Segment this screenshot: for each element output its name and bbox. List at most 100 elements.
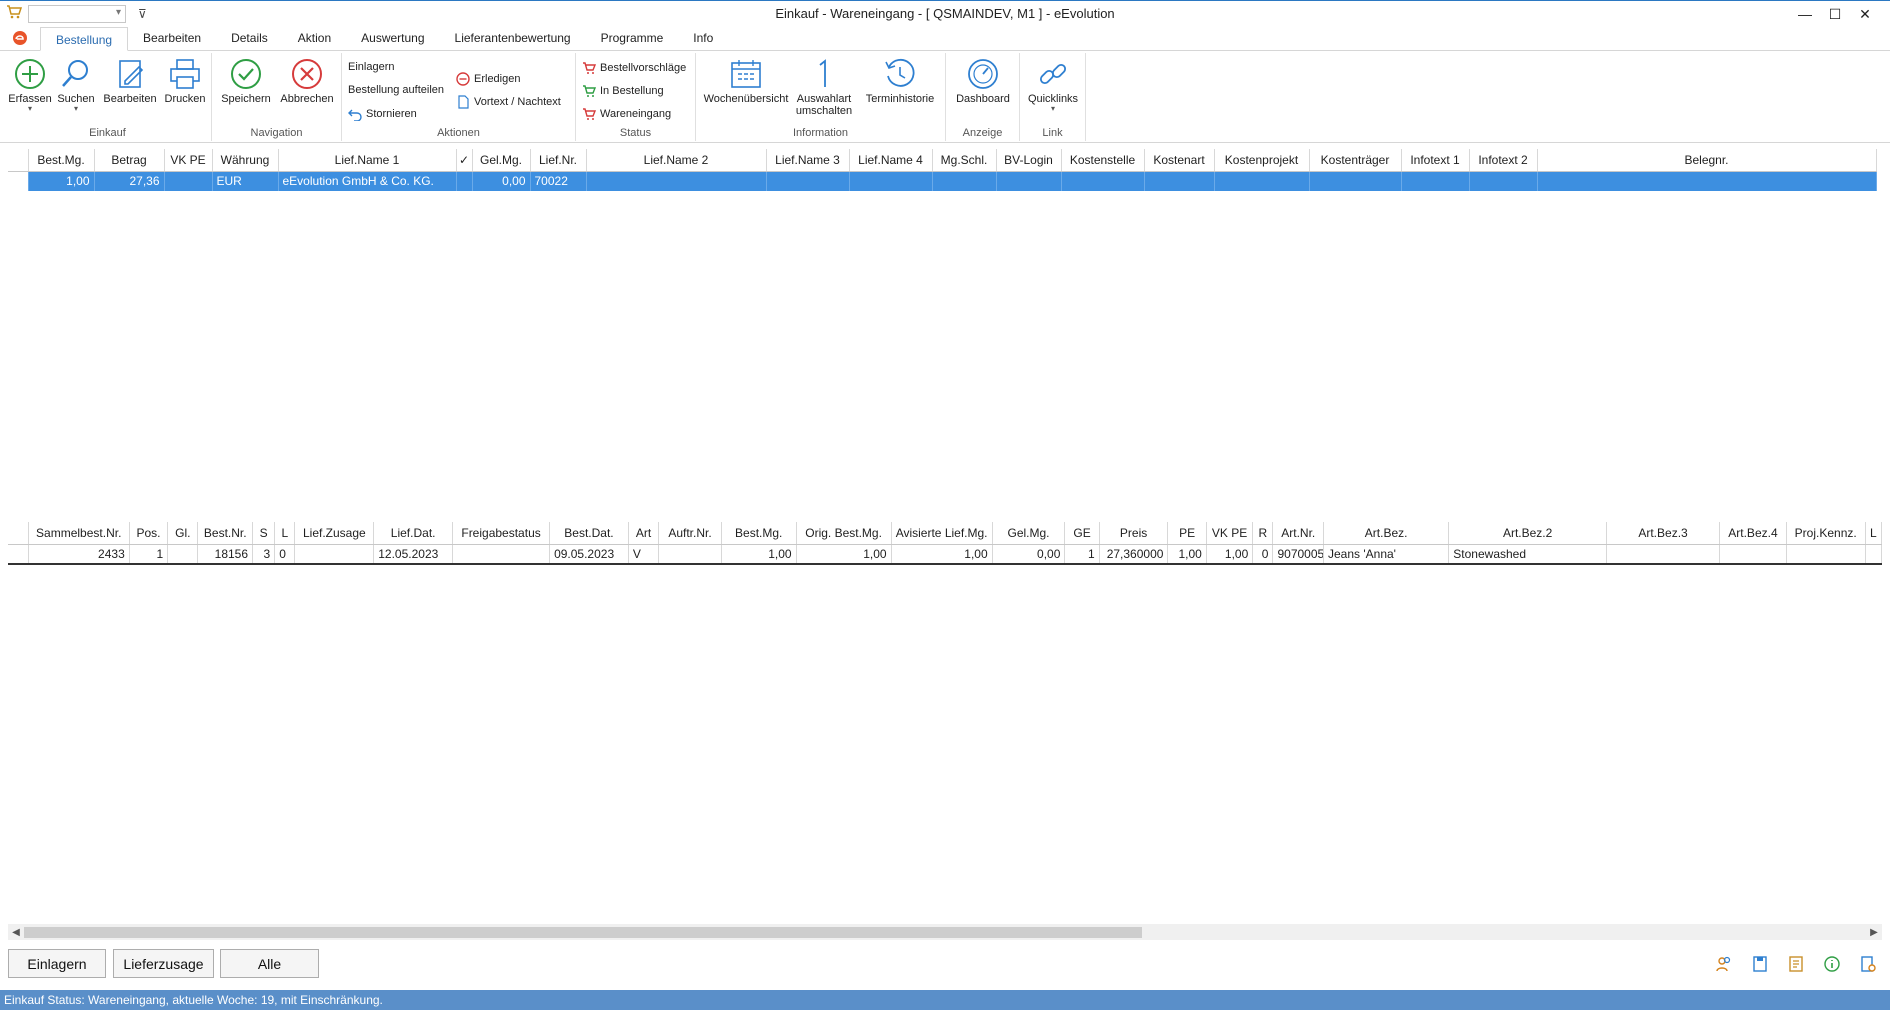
table-cell[interactable]: 1 — [129, 543, 169, 565]
document-settings-icon[interactable] — [1850, 953, 1886, 975]
column-header[interactable]: VK PE — [164, 149, 213, 172]
vortext-nachtext-action[interactable]: Vortext / Nachtext — [456, 95, 561, 109]
column-header[interactable]: Freigabestatus — [452, 522, 551, 545]
column-header[interactable]: Lief.Name 1 — [278, 149, 457, 172]
column-header[interactable]: Art — [628, 522, 660, 545]
column-header[interactable]: S — [252, 522, 276, 545]
column-header[interactable]: Kostenträger — [1309, 149, 1402, 172]
users-icon[interactable] — [1706, 953, 1742, 975]
column-header[interactable]: PE — [1167, 522, 1207, 545]
maximize-button[interactable]: ☐ — [1820, 3, 1850, 25]
in-bestellung-status[interactable]: In Bestellung — [582, 84, 664, 98]
info-icon[interactable] — [1814, 953, 1850, 975]
save-disk-icon[interactable] — [1742, 953, 1778, 975]
stornieren-action[interactable]: Stornieren — [348, 107, 417, 121]
table-row[interactable]: 2433 1 18156 3 0 12.05.2023 09.05.2023 V… — [8, 543, 1883, 565]
column-header[interactable]: Belegnr. — [1537, 149, 1877, 172]
column-header[interactable]: Lief.Zusage — [294, 522, 375, 545]
table-cell[interactable] — [1401, 171, 1470, 191]
column-header[interactable]: Lief.Nr. — [530, 149, 587, 172]
abbrechen-button[interactable]: Abbrechen — [276, 57, 338, 105]
column-header[interactable]: Gl. — [167, 522, 199, 545]
tab-details[interactable]: Details — [216, 26, 283, 50]
quicklinks-button[interactable]: Quicklinks ▾ — [1024, 57, 1082, 113]
scroll-left-arrow-icon[interactable]: ◀ — [9, 925, 23, 939]
table-cell[interactable]: 3 — [252, 543, 276, 565]
column-header[interactable]: VK PE — [1206, 522, 1254, 545]
table-cell[interactable] — [1719, 543, 1787, 565]
column-header[interactable]: Art.Bez.3 — [1606, 522, 1721, 545]
table-cell[interactable]: 0,00 — [472, 171, 531, 191]
bestellvorschlaege-status[interactable]: Bestellvorschläge — [582, 61, 686, 75]
table-cell[interactable]: 27,360000 — [1099, 543, 1169, 565]
table-cell[interactable]: 1,00 — [1206, 543, 1254, 565]
table-cell[interactable] — [167, 543, 199, 565]
table-cell[interactable] — [1537, 171, 1877, 191]
wochenuebersicht-button[interactable]: Wochenübersicht — [702, 57, 790, 105]
column-header[interactable]: Kostenart — [1144, 149, 1215, 172]
column-header[interactable]: Sammelbest.Nr. — [28, 522, 130, 545]
table-cell[interactable]: 70022 — [530, 171, 587, 191]
einlagern-action[interactable]: Einlagern — [348, 61, 394, 73]
table-cell[interactable]: 09.05.2023 — [549, 543, 629, 565]
table-cell[interactable] — [996, 171, 1062, 191]
column-header[interactable]: Best.Nr. — [197, 522, 254, 545]
table-cell[interactable] — [586, 171, 767, 191]
table-cell[interactable]: 0 — [274, 543, 296, 565]
table-cell[interactable]: 1 — [1064, 543, 1100, 565]
column-header[interactable]: Lief.Name 3 — [766, 149, 850, 172]
wareneingang-status[interactable]: Wareneingang — [582, 107, 671, 121]
row-indicator[interactable] — [8, 543, 29, 565]
notes-icon[interactable] — [1778, 953, 1814, 975]
horizontal-scrollbar[interactable]: ◀ ▶ — [8, 924, 1882, 940]
table-cell[interactable]: 1,00 — [721, 543, 797, 565]
scroll-right-arrow-icon[interactable]: ▶ — [1867, 925, 1881, 939]
scrollbar-thumb[interactable] — [24, 927, 1142, 938]
check-column-header[interactable]: ✓ — [456, 149, 473, 172]
table-cell[interactable] — [1061, 171, 1145, 191]
column-header[interactable]: L — [1865, 522, 1883, 545]
table-cell[interactable] — [1786, 543, 1866, 565]
table-cell[interactable] — [1214, 171, 1310, 191]
table-cell[interactable]: eEvolution GmbH & Co. KG. — [278, 171, 457, 191]
table-cell[interactable]: Jeans 'Anna' — [1323, 543, 1450, 565]
table-cell[interactable] — [294, 543, 375, 565]
table-cell[interactable]: 9070005 — [1272, 543, 1324, 565]
column-header[interactable]: L — [274, 522, 296, 545]
tab-aktion[interactable]: Aktion — [283, 26, 346, 50]
table-cell[interactable] — [658, 543, 722, 565]
minimize-button[interactable]: — — [1790, 3, 1820, 25]
tab-auswertung[interactable]: Auswertung — [346, 26, 439, 50]
column-header[interactable]: Avisierte Lief.Mg. — [891, 522, 993, 545]
column-header[interactable]: Infotext 2 — [1469, 149, 1538, 172]
column-header[interactable]: Lief.Name 4 — [849, 149, 933, 172]
table-cell[interactable] — [1469, 171, 1538, 191]
bestellung-aufteilen-action[interactable]: Bestellung aufteilen — [348, 84, 444, 96]
row-indicator[interactable] — [8, 171, 29, 191]
column-header[interactable]: Lief.Name 2 — [586, 149, 767, 172]
speichern-button[interactable]: Speichern — [218, 57, 274, 105]
table-cell[interactable]: 2433 — [28, 543, 130, 565]
table-cell[interactable] — [452, 543, 551, 565]
tab-programme[interactable]: Programme — [586, 26, 679, 50]
app-menu-button[interactable] — [0, 26, 40, 50]
tab-lieferantenbewertung[interactable]: Lieferantenbewertung — [440, 26, 586, 50]
column-header[interactable]: Auftr.Nr. — [658, 522, 722, 545]
column-header[interactable]: Kostenstelle — [1061, 149, 1145, 172]
column-header[interactable]: GE — [1064, 522, 1100, 545]
einlagern-button[interactable]: Einlagern — [8, 949, 106, 978]
column-header[interactable]: Betrag — [94, 149, 165, 172]
auswahlart-umschalten-button[interactable]: Auswahlart umschalten — [792, 57, 856, 117]
column-header[interactable]: Proj.Kennz. — [1786, 522, 1866, 545]
close-button[interactable]: ✕ — [1850, 3, 1880, 25]
alle-button[interactable]: Alle — [220, 949, 319, 978]
dashboard-button[interactable]: Dashboard — [952, 57, 1014, 105]
column-header[interactable]: Kostenprojekt — [1214, 149, 1310, 172]
table-cell[interactable]: V — [628, 543, 660, 565]
column-header[interactable]: Gel.Mg. — [992, 522, 1066, 545]
column-header[interactable]: Art.Bez. — [1323, 522, 1450, 545]
table-cell[interactable]: 12.05.2023 — [373, 543, 454, 565]
table-cell[interactable]: 1,00 — [796, 543, 892, 565]
table-cell[interactable]: Stonewashed — [1448, 543, 1607, 565]
table-cell[interactable] — [164, 171, 213, 191]
